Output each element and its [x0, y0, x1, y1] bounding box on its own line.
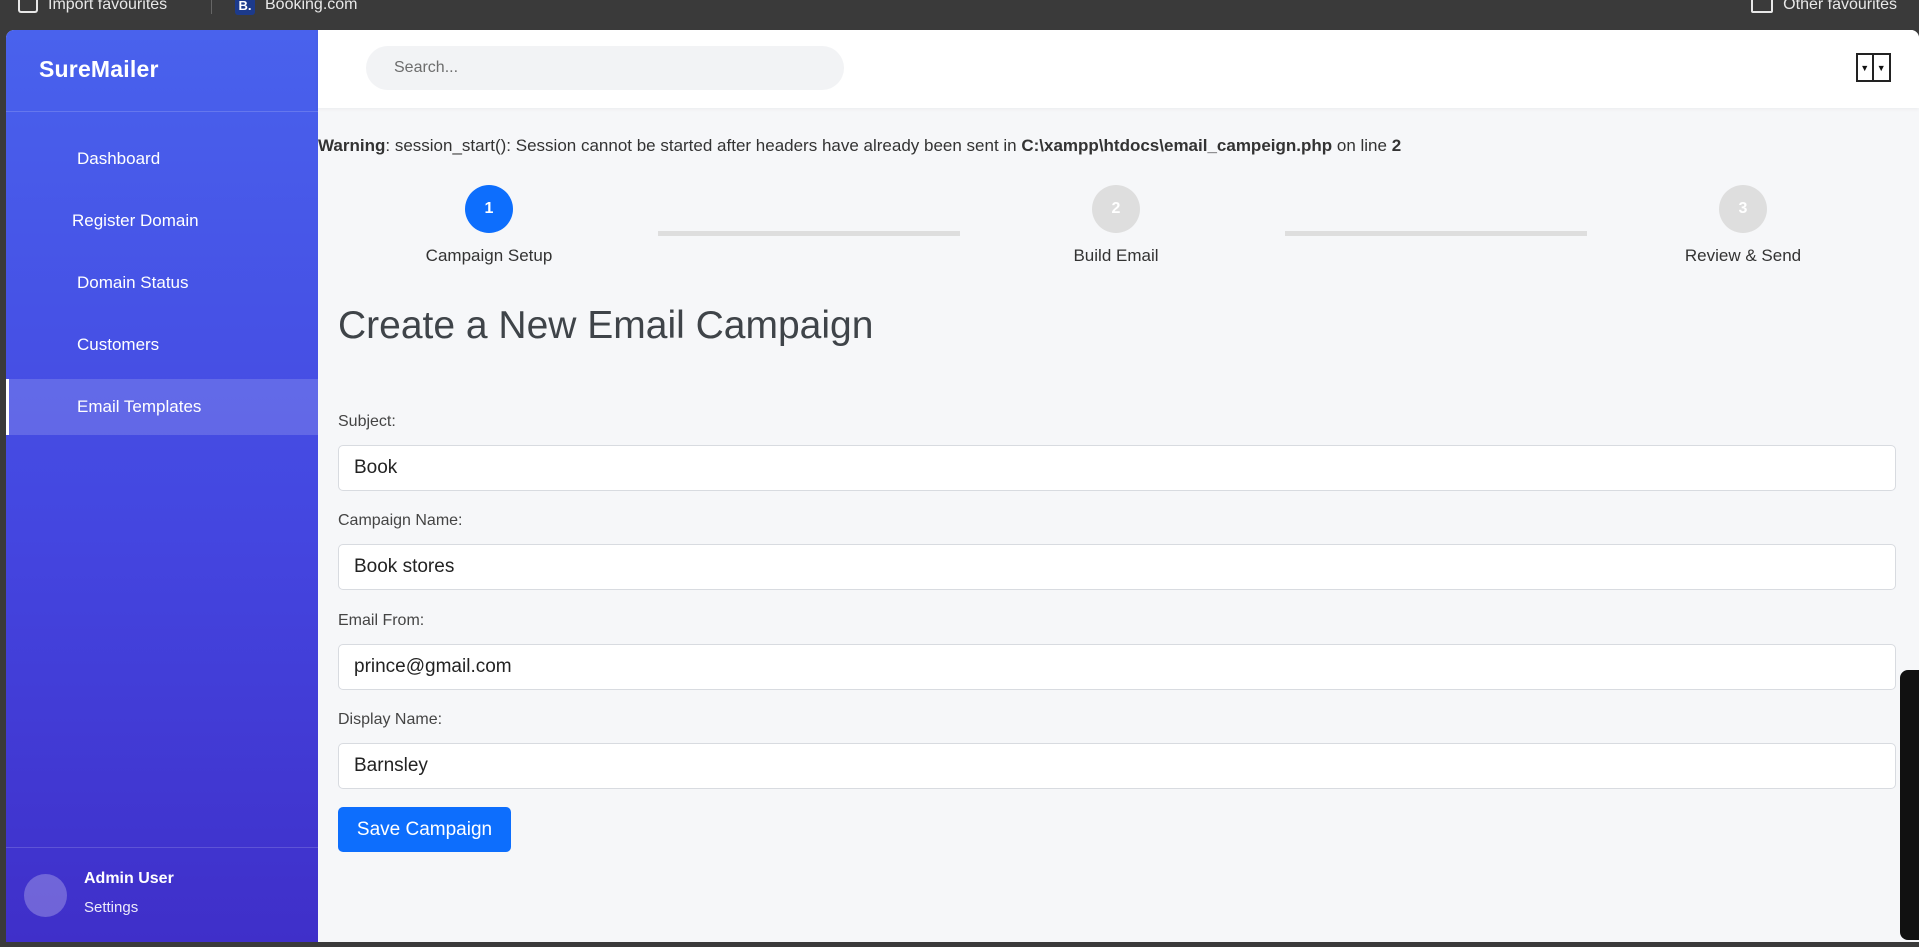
- step-label: Build Email: [1073, 246, 1159, 265]
- booking-favourite-link[interactable]: B. Booking.com: [235, 0, 358, 16]
- import-favourites-link[interactable]: Import favourites: [18, 0, 167, 16]
- main-content: Warning: session_start(): Session cannot…: [318, 108, 1919, 942]
- step-connector: [1285, 231, 1587, 236]
- header-menu-widget[interactable]: ▼ ▼: [1856, 53, 1891, 82]
- import-icon: [18, 0, 38, 13]
- sidebar-item-email-templates[interactable]: Email Templates: [6, 379, 318, 435]
- sidebar: SureMailer Dashboard Register Domain Dom…: [6, 30, 318, 942]
- caret-down-icon: ▼: [1858, 55, 1874, 80]
- email-from-label: Email From:: [338, 612, 425, 629]
- booking-favourite-label: Booking.com: [265, 0, 358, 13]
- search-input[interactable]: [366, 46, 844, 90]
- sidebar-footer-divider: [6, 847, 318, 848]
- step-label: Campaign Setup: [425, 246, 553, 265]
- settings-link[interactable]: Settings: [84, 899, 138, 916]
- favourites-divider: [211, 0, 212, 14]
- top-header: ▼ ▼: [318, 30, 1919, 108]
- save-campaign-button[interactable]: Save Campaign: [338, 807, 511, 852]
- sidebar-item-label: Dashboard: [77, 149, 161, 168]
- step-number: 3: [1719, 185, 1767, 233]
- php-warning: Warning: session_start(): Session cannot…: [318, 136, 1401, 156]
- brand-divider: [6, 111, 318, 112]
- warning-prefix: Warning: [318, 136, 386, 155]
- user-name: Admin User: [84, 870, 174, 887]
- display-name-field[interactable]: [338, 743, 1896, 789]
- other-favourites-label: Other favourites: [1783, 0, 1897, 13]
- subject-field[interactable]: [338, 445, 1896, 491]
- step-label: Review & Send: [1684, 246, 1802, 265]
- warning-line-text: on line: [1332, 136, 1392, 155]
- warning-file: C:\xampp\htdocs\email_campeign.php: [1021, 136, 1333, 155]
- step-campaign-setup: 1 Campaign Setup: [409, 185, 569, 266]
- campaign-name-field[interactable]: [338, 544, 1896, 590]
- email-from-field[interactable]: [338, 644, 1896, 690]
- campaign-name-label: Campaign Name:: [338, 512, 463, 529]
- other-favourites-link[interactable]: Other favourites: [1751, 0, 1897, 16]
- brand-logo[interactable]: SureMailer: [39, 56, 159, 83]
- sidebar-item-label: Domain Status: [77, 273, 189, 292]
- app-window: SureMailer Dashboard Register Domain Dom…: [6, 30, 1919, 942]
- sidebar-item-domain-status[interactable]: Domain Status: [6, 255, 318, 311]
- sidebar-item-label: Customers: [77, 335, 160, 354]
- sidebar-item-dashboard[interactable]: Dashboard: [6, 131, 318, 187]
- step-review-send: 3 Review & Send: [1663, 185, 1823, 266]
- display-name-label: Display Name:: [338, 711, 443, 728]
- warning-line-number: 2: [1391, 136, 1402, 155]
- side-panel-thumbnail[interactable]: [1900, 670, 1919, 940]
- warning-message: : session_start(): Session cannot be sta…: [385, 136, 1022, 155]
- import-favourites-label: Import favourites: [48, 0, 168, 13]
- step-build-email: 2 Build Email: [1036, 185, 1196, 266]
- sidebar-item-label: Email Templates: [77, 397, 202, 416]
- sidebar-item-register-domain[interactable]: Register Domain: [6, 193, 318, 249]
- sidebar-item-customers[interactable]: Customers: [6, 317, 318, 373]
- favourites-bar: Import favourites B. Booking.com Other f…: [0, 0, 1919, 30]
- step-number: 2: [1092, 185, 1140, 233]
- step-connector: [658, 231, 960, 236]
- booking-icon: B.: [235, 0, 255, 15]
- step-number: 1: [465, 185, 513, 233]
- subject-label: Subject:: [338, 413, 396, 430]
- folder-icon: [1751, 0, 1774, 13]
- sidebar-item-label: Register Domain: [72, 211, 199, 230]
- caret-down-icon: ▼: [1876, 62, 1886, 73]
- page-title: Create a New Email Campaign: [338, 304, 874, 347]
- avatar[interactable]: [24, 874, 67, 917]
